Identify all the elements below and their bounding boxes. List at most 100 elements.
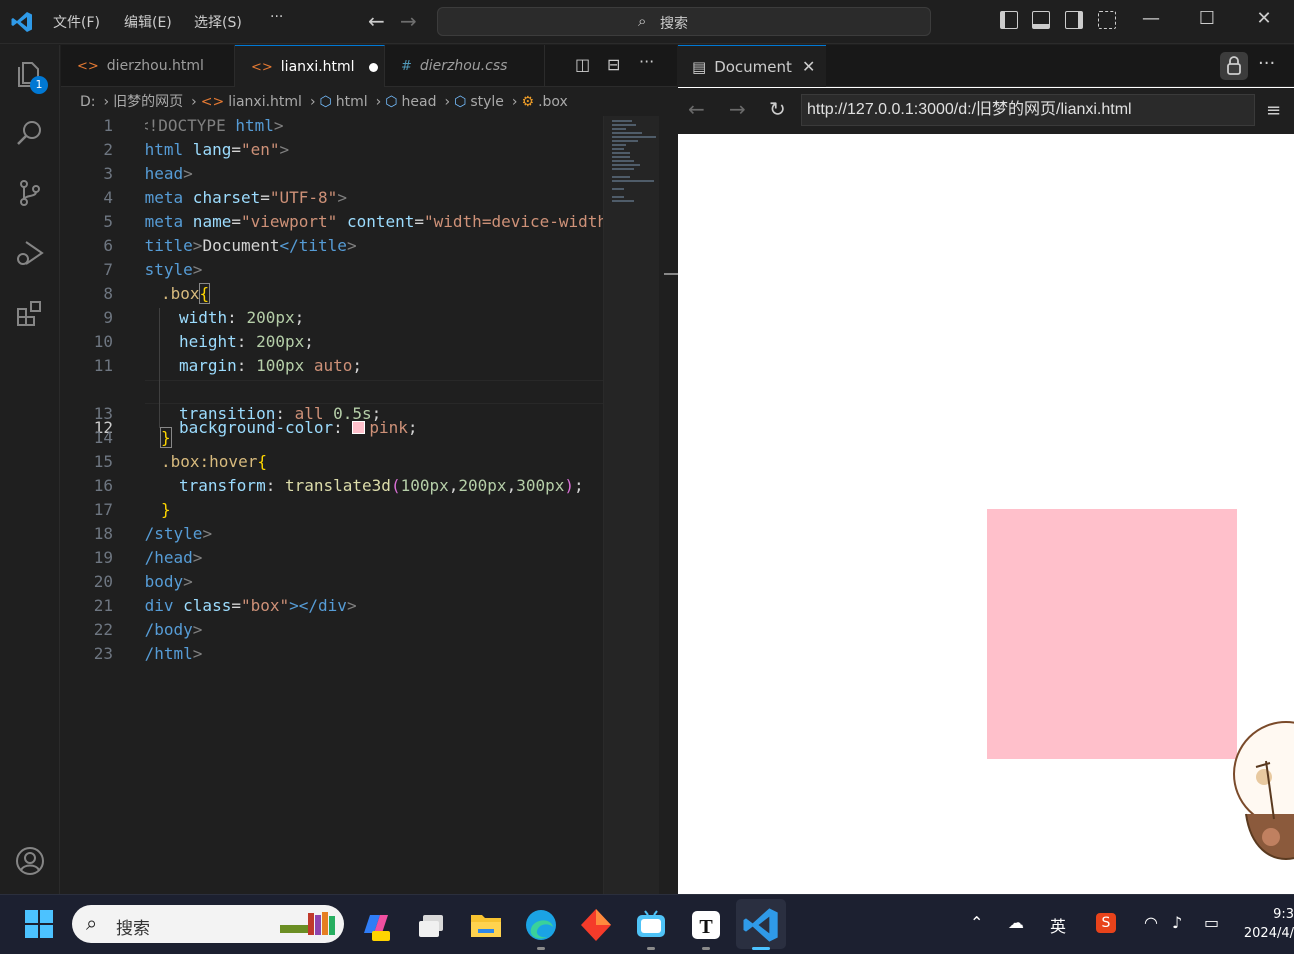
- title-bar: 文件(F) 编辑(E) 选择(S) ··· ← → ⌕ 搜索 — ☐ ✕: [0, 0, 1294, 44]
- maximize-icon[interactable]: ☐: [1192, 8, 1222, 29]
- nav-back-icon[interactable]: ←: [368, 9, 385, 33]
- close-tab-icon[interactable]: ✕: [802, 46, 815, 88]
- minimap-line: [612, 136, 656, 138]
- gutter-mask: [115, 116, 145, 676]
- code-editor[interactable]: 1 <!DOCTYPE html> 2 <html lang="en"> 3 <hea…: [61, 116, 603, 894]
- browser-menu-icon[interactable]: ≡: [1266, 100, 1281, 121]
- sogou-input-icon[interactable]: S: [1096, 913, 1116, 933]
- minimap-line: [612, 200, 634, 202]
- tab-lianxi-html[interactable]: <> lianxi.html: [235, 45, 385, 87]
- breadcrumb-folder[interactable]: 旧梦的网页: [113, 94, 183, 110]
- code-token: name: [183, 212, 232, 231]
- chevron-up-icon[interactable]: ⌃: [970, 913, 983, 932]
- browser-toolbar: ← → ↻ http://127.0.0.1:3000/d:/旧梦的网页/lia…: [678, 88, 1294, 134]
- reload-icon[interactable]: ↻: [769, 97, 786, 121]
- app-red-diamond-icon[interactable]: [576, 905, 616, 945]
- close-window-icon[interactable]: ✕: [1249, 8, 1279, 29]
- tab-dierzhou-css[interactable]: # dierzhou.css: [385, 45, 545, 87]
- line-number: 6: [103, 236, 113, 255]
- battery-icon[interactable]: ▭: [1204, 913, 1219, 932]
- chevron-right-icon: ›: [444, 94, 451, 110]
- onedrive-icon[interactable]: ☁: [1008, 913, 1024, 932]
- line-number: 7: [103, 260, 113, 279]
- code-token: "viewport": [240, 212, 338, 231]
- code-token: 200px: [458, 476, 507, 495]
- volume-icon[interactable]: ♪: [1172, 913, 1182, 932]
- code-token: ;: [574, 476, 584, 495]
- breadcrumb-style[interactable]: style: [470, 94, 504, 110]
- source-control-icon[interactable]: [14, 177, 46, 209]
- customize-layout-icon[interactable]: [1098, 11, 1116, 29]
- toggle-panel-icon[interactable]: [1032, 11, 1050, 29]
- code-token: :: [275, 404, 295, 423]
- minimap-viewport[interactable]: [604, 116, 659, 894]
- extensions-icon[interactable]: [14, 297, 46, 329]
- menu-file[interactable]: 文件(F): [53, 12, 100, 32]
- unsaved-dot-icon[interactable]: [368, 62, 378, 72]
- search-icon[interactable]: [14, 117, 46, 149]
- browser-viewport[interactable]: [678, 134, 1294, 894]
- minimap-line: [612, 156, 630, 158]
- breadcrumb-head[interactable]: head: [402, 94, 437, 110]
- browser-back-icon[interactable]: ←: [688, 97, 705, 121]
- typora-icon[interactable]: T: [686, 905, 726, 945]
- run-debug-icon[interactable]: [14, 237, 46, 269]
- ime-indicator[interactable]: 英: [1050, 913, 1066, 937]
- menu-edit[interactable]: 编辑(E): [124, 12, 172, 32]
- accounts-icon[interactable]: [14, 845, 46, 877]
- taskbar-search[interactable]: ⌕ 搜索: [72, 905, 344, 943]
- css-class-icon: ⚙: [521, 94, 535, 110]
- browser-forward-icon[interactable]: →: [729, 97, 746, 121]
- css-file-icon: #: [401, 59, 412, 74]
- code-token: height: [179, 332, 237, 351]
- code-token: all: [294, 404, 324, 423]
- file-explorer-icon[interactable]: [466, 905, 506, 945]
- breadcrumb-class[interactable]: .box: [538, 94, 568, 110]
- breadcrumb-drive[interactable]: D:: [80, 94, 96, 110]
- bilibili-icon[interactable]: [631, 905, 671, 945]
- minimap-line: [612, 128, 626, 130]
- code-token: ;: [294, 308, 305, 327]
- split-editor-icon[interactable]: ⊟: [607, 55, 620, 74]
- code-token: >: [192, 236, 203, 255]
- open-preview-icon[interactable]: ◫: [575, 55, 590, 74]
- code-token: charset: [183, 188, 261, 207]
- pink-box[interactable]: [987, 509, 1237, 759]
- minimap-line: [612, 160, 634, 162]
- toggle-secondary-sidebar-icon[interactable]: [1065, 11, 1083, 29]
- minimap-line: [612, 164, 640, 166]
- minimize-icon[interactable]: —: [1136, 8, 1166, 29]
- system-clock[interactable]: 9:3 2024/4/: [1240, 905, 1294, 943]
- menu-selection[interactable]: 选择(S): [194, 12, 242, 32]
- breadcrumb: D: › 旧梦的网页 › <> lianxi.html › ⬡ html › ⬡ head › ⬡ styl…: [61, 88, 677, 116]
- clock-time: 9:3: [1273, 907, 1294, 922]
- nav-forward-icon[interactable]: →: [400, 9, 417, 33]
- windows-start-icon[interactable]: [24, 909, 54, 939]
- menu-more[interactable]: ···: [270, 9, 283, 25]
- toggle-primary-sidebar-icon[interactable]: [1000, 11, 1018, 29]
- code-token: :: [265, 476, 285, 495]
- minimap-line: [612, 148, 624, 150]
- tab-document[interactable]: ▤ Document ✕: [678, 45, 826, 87]
- url-input[interactable]: http://127.0.0.1:3000/d:/旧梦的网页/lianxi.ht…: [801, 94, 1255, 126]
- chevron-right-icon: ›: [191, 94, 197, 110]
- chevron-right-icon: ›: [511, 94, 518, 110]
- copilot-icon[interactable]: [356, 905, 396, 945]
- wifi-icon[interactable]: ◠: [1144, 913, 1158, 932]
- edge-browser-icon[interactable]: [521, 905, 561, 945]
- vscode-taskbar-icon[interactable]: [741, 905, 781, 945]
- minimap-line: [612, 196, 624, 198]
- code-token: lang: [183, 140, 232, 159]
- command-center-search[interactable]: ⌕ 搜索: [437, 7, 931, 36]
- breadcrumb-file[interactable]: lianxi.html: [228, 94, 302, 110]
- tab-dierzhou-html[interactable]: <> dierzhou.html: [61, 45, 235, 87]
- more-actions-icon[interactable]: ···: [639, 52, 654, 71]
- minimap[interactable]: [603, 116, 678, 894]
- active-indicator: [752, 947, 770, 950]
- sticker-decoration: [1233, 721, 1294, 861]
- more-actions-icon[interactable]: ···: [1258, 53, 1275, 74]
- scrollbar-thumb[interactable]: [664, 273, 678, 275]
- lock-group-button[interactable]: [1220, 52, 1248, 80]
- task-view-icon[interactable]: [411, 905, 451, 945]
- breadcrumb-html[interactable]: html: [336, 94, 368, 110]
